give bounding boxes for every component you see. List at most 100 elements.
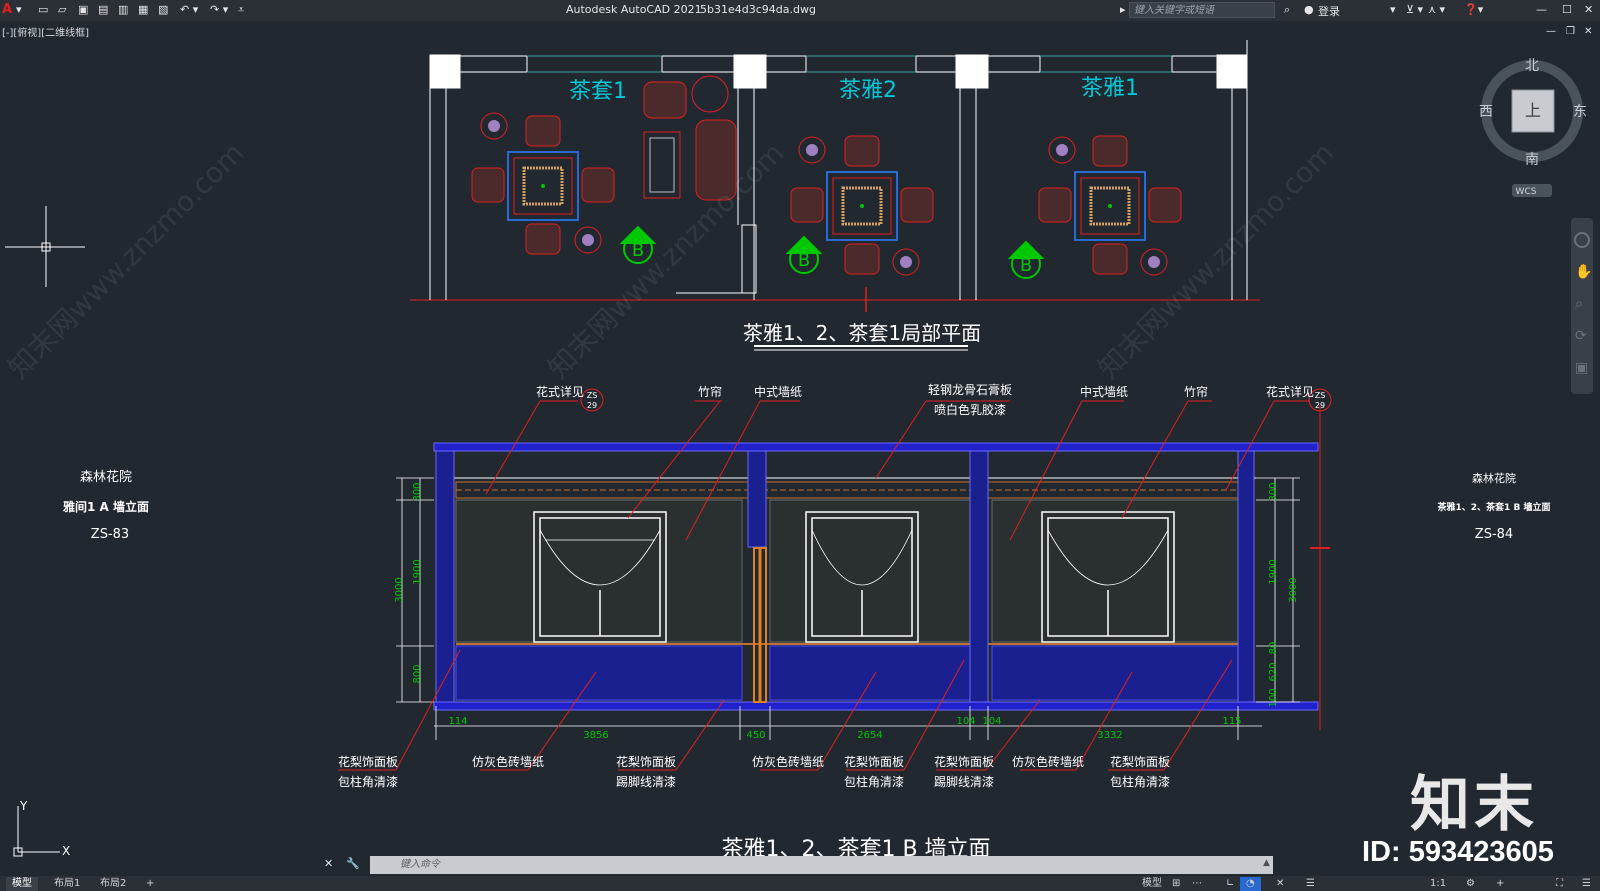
- status-bar: [0, 876, 1600, 891]
- dim-left-4: 3000: [394, 577, 405, 602]
- status-model-space[interactable]: 模型: [1136, 877, 1168, 891]
- right-project: 森林花院: [1472, 471, 1516, 485]
- dim-bottom-6: 104: [982, 716, 1001, 727]
- watermark-diagonal: 知末网www.znzmo.com 知末网www.znzmo.com 知末网www…: [2, 136, 1341, 385]
- fullscreen-icon[interactable]: ⛶: [1550, 877, 1569, 891]
- ucs-x-label: X: [62, 844, 70, 858]
- dim-right-4: 620: [1268, 662, 1279, 681]
- grid-icon[interactable]: ⊞: [1166, 877, 1186, 891]
- tab-model[interactable]: 模型: [6, 877, 38, 891]
- callout-top-6: 中式墙纸: [1080, 384, 1128, 399]
- section-marker-label-2: B: [798, 250, 810, 271]
- table-set-1: [471, 112, 615, 255]
- left-drawing-label: 森林花院 雅间1 A 墙立面 ZS-83: [62, 469, 149, 542]
- dim-bottom-3: 450: [746, 730, 765, 741]
- dim-right-6: 3000: [1288, 577, 1299, 602]
- crosshair-cursor: [5, 206, 85, 287]
- left-code: ZS-83: [91, 527, 129, 542]
- callout-top-7: 竹帘: [1184, 384, 1208, 399]
- dim-bottom-2: 3856: [583, 730, 608, 741]
- dim-bottom-8: 115: [1222, 716, 1241, 727]
- room-label-1: 茶套1: [569, 79, 627, 104]
- watermark-brand: 知末: [1410, 770, 1538, 840]
- tab-add-layout[interactable]: +: [140, 877, 160, 891]
- snap-icon[interactable]: ⋯: [1186, 877, 1208, 891]
- room-label-3: 茶雅1: [1081, 76, 1139, 101]
- dim-bottom-1: 114: [448, 716, 467, 727]
- polar-icon[interactable]: ◔: [1240, 877, 1261, 891]
- callout-bottom-8b: 包柱角清漆: [1110, 774, 1170, 789]
- ucs-icon: [13, 806, 60, 857]
- command-input[interactable]: 键入命令: [370, 856, 1273, 874]
- watermark-text-1: 知末网www.znzmo.com: [2, 136, 251, 385]
- lineweight-icon[interactable]: ☰: [1300, 877, 1321, 891]
- annotation-scale[interactable]: 1:1: [1424, 877, 1452, 891]
- room-label-2: 茶雅2: [839, 78, 897, 103]
- callout-bottom-5a: 花梨饰面板: [844, 754, 904, 769]
- table-set-3: [1038, 135, 1182, 276]
- callout-bottom-3b: 踢脚线清漆: [616, 774, 676, 789]
- settings-gear-icon[interactable]: ⚙: [1460, 877, 1481, 891]
- callout-top-1: 花式详见: [536, 384, 584, 399]
- command-close-icon[interactable]: ✕: [324, 857, 333, 870]
- callout-bottom-2a: 仿灰色砖墙纸: [472, 754, 544, 769]
- zs-num-right: 29: [1315, 401, 1325, 410]
- ortho-icon[interactable]: ∟: [1220, 877, 1240, 891]
- left-name: 雅间1 A 墙立面: [62, 499, 149, 514]
- callout-bottom-6b: 踢脚线清漆: [934, 774, 994, 789]
- callout-top-8: 花式详见: [1266, 384, 1314, 399]
- pan-icon[interactable]: ✋: [1575, 264, 1592, 280]
- viewcube-south[interactable]: 南: [1525, 152, 1539, 168]
- drawing-canvas[interactable]: Y X B B B 茶套1 茶雅2 茶雅1 茶雅1、2、茶套1局部平面 114 …: [0, 0, 1600, 891]
- zs-num-left: 29: [587, 401, 597, 410]
- callout-bottom-1a: 花梨饰面板: [338, 754, 398, 769]
- zs-tag-right: ZS: [1315, 391, 1326, 400]
- add-icon[interactable]: +: [1490, 877, 1510, 891]
- section-marker-label-3: B: [1020, 255, 1032, 276]
- tab-layout2[interactable]: 布局2: [94, 877, 132, 891]
- showmotion-icon[interactable]: ▣: [1575, 360, 1588, 376]
- callout-bottom-6a: 花梨饰面板: [934, 754, 994, 769]
- callout-bottom-3a: 花梨饰面板: [616, 754, 676, 769]
- floor-plan: B B B 茶套1 茶雅2 茶雅1 茶雅1、2、茶套1局部平面: [410, 40, 1260, 351]
- dim-bottom-7: 3332: [1097, 730, 1122, 741]
- dim-left-1: 300: [412, 482, 423, 501]
- command-customize-icon[interactable]: 🔧: [346, 857, 360, 870]
- zs-tag-left: ZS: [587, 391, 598, 400]
- table-set-2: [790, 135, 934, 276]
- callout-bottom-1b: 包柱角清漆: [338, 774, 398, 789]
- dim-left-2: 1900: [412, 559, 423, 584]
- dim-right-5: 100: [1268, 688, 1279, 707]
- watermark-id: ID: 593423605: [1362, 836, 1554, 868]
- viewcube[interactable]: [1481, 60, 1583, 197]
- dim-right-2: 1900: [1268, 559, 1279, 584]
- osnap-icon[interactable]: ✕: [1270, 877, 1290, 891]
- callout-bottom-4a: 仿灰色砖墙纸: [752, 754, 824, 769]
- viewcube-east[interactable]: 东: [1573, 104, 1587, 120]
- orbit-icon[interactable]: ⟳: [1575, 328, 1587, 344]
- viewcube-north[interactable]: 北: [1525, 58, 1539, 74]
- viewcube-west[interactable]: 西: [1479, 104, 1493, 120]
- right-drawing-label: 森林花院 茶雅1、2、茶套1 B 墙立面 ZS-84: [1437, 471, 1551, 542]
- dim-bottom-4: 2654: [857, 730, 882, 741]
- dim-right-3: 80: [1268, 642, 1279, 655]
- tab-layout1[interactable]: 布局1: [48, 877, 86, 891]
- customize-status-icon[interactable]: ☰: [1576, 877, 1597, 891]
- wcs-menu[interactable]: WCS: [1516, 187, 1537, 197]
- callout-top-2: 竹帘: [698, 384, 722, 399]
- command-history-icon[interactable]: ▲: [1263, 858, 1270, 868]
- full-navigation-wheel-icon[interactable]: [1574, 232, 1590, 248]
- navigation-bar: ✋ ⌕ ⟳ ▣: [1571, 218, 1593, 394]
- callout-top-5: 喷白色乳胶漆: [934, 402, 1006, 417]
- zoom-icon[interactable]: ⌕: [1575, 296, 1583, 312]
- callout-top-4: 轻钢龙骨石膏板: [928, 382, 1012, 397]
- dim-bottom-5: 104: [956, 716, 975, 727]
- dim-left-3: 800: [412, 664, 423, 683]
- left-project: 森林花院: [80, 469, 132, 485]
- right-name: 茶雅1、2、茶套1 B 墙立面: [1437, 501, 1551, 513]
- dim-right-1: 300: [1268, 482, 1279, 501]
- right-code: ZS-84: [1475, 527, 1513, 542]
- callout-top-3: 中式墙纸: [754, 384, 802, 399]
- callout-bottom-7a: 仿灰色砖墙纸: [1012, 754, 1084, 769]
- viewcube-face[interactable]: 上: [1525, 101, 1541, 120]
